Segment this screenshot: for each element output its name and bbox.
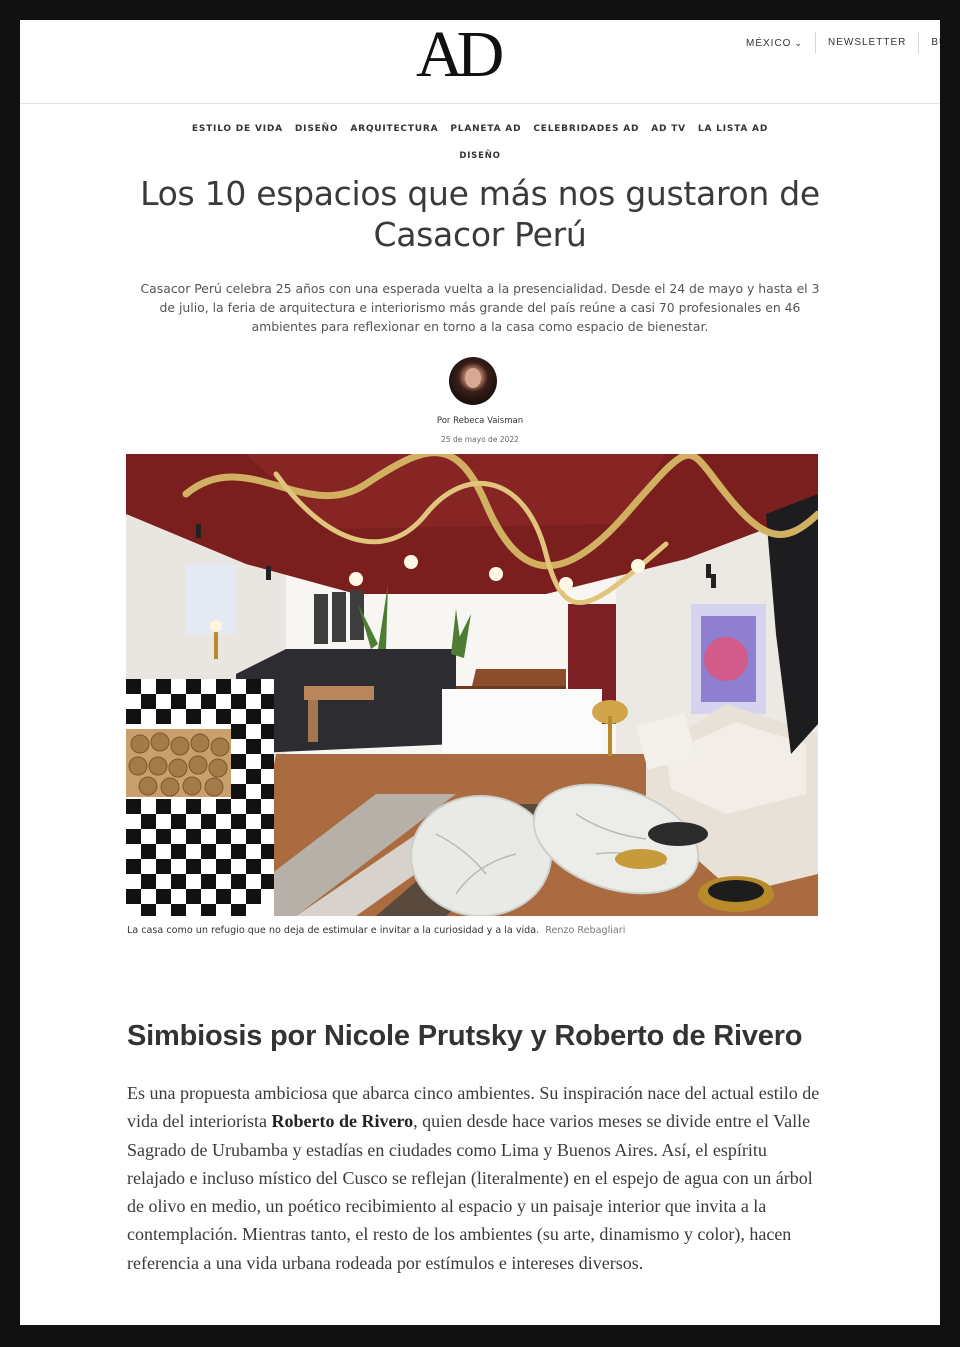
photo-credit: Renzo Rebagliari (545, 925, 626, 936)
chevron-down-icon: ⌄ (794, 38, 803, 48)
nav-item-planeta-ad[interactable]: PLANETA AD (444, 124, 527, 134)
section-heading: Simbiosis por Nicole Prutsky y Roberto d… (127, 1020, 803, 1052)
nav-item-celebridades-ad[interactable]: CELEBRIDADES AD (527, 124, 645, 134)
region-selector[interactable]: MÉXICO ⌄ (734, 32, 815, 54)
hero-image (126, 454, 818, 916)
search-link[interactable]: BUSC (918, 32, 940, 54)
nav-item-ad-tv[interactable]: AD TV (645, 124, 692, 134)
article-title: Los 10 espacios que más nos gustaron de … (140, 174, 820, 254)
publish-date: 25 de mayo de 2022 (441, 435, 519, 444)
body-text-bold: Roberto de Rivero (271, 1111, 414, 1132)
image-caption: La casa como un refugio que no deja de e… (127, 925, 625, 936)
author-byline[interactable]: Por Rebeca Vaisman (20, 416, 940, 426)
header-utility-links: MÉXICO⌄ NEWSLETTER BUSC (734, 32, 940, 54)
article-kicker[interactable]: DISEÑO (20, 151, 940, 161)
nav-item-la-lista-ad[interactable]: LA LISTA AD (692, 124, 774, 134)
nav-item-arquitectura[interactable]: ARQUITECTURA (344, 124, 444, 134)
article-dek: Casacor Perú celebra 25 años con una esp… (140, 281, 820, 334)
region-label: MÉXICO (746, 38, 792, 49)
browser-page: AD MÉXICO⌄ NEWSLETTER BUSC ESTILO DE VID… (20, 20, 940, 1325)
nav-item-diseno[interactable]: DISEÑO (289, 124, 344, 134)
body-text-after: , quien desde hace varios meses se divid… (127, 1111, 813, 1273)
ad-logo[interactable]: AD (416, 22, 504, 88)
caption-text: La casa como un refugio que no deja de e… (127, 925, 540, 936)
site-header: AD MÉXICO⌄ NEWSLETTER BUSC (20, 20, 940, 104)
article-body-paragraph: Es una propuesta ambiciosa que abarca ci… (127, 1079, 827, 1277)
nav-item-estilo-de-vida[interactable]: ESTILO DE VIDA (186, 124, 289, 134)
main-nav: ESTILO DE VIDA DISEÑO ARQUITECTURA PLANE… (20, 124, 940, 134)
newsletter-link[interactable]: NEWSLETTER (815, 32, 918, 54)
author-avatar[interactable] (449, 357, 497, 405)
